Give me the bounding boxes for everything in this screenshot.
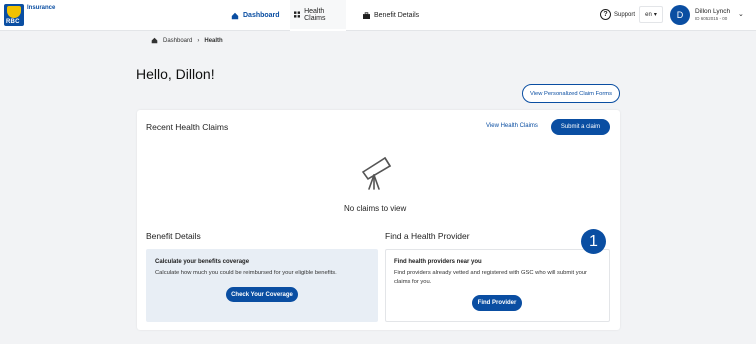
provider-panel-text: Find providers already vetted and regist…	[394, 270, 587, 285]
nav-dashboard-label: Dashboard	[243, 12, 280, 19]
briefcase-icon	[363, 12, 370, 19]
empty-claims-message: No claims to view	[344, 204, 407, 213]
nav-dashboard[interactable]: Dashboard	[231, 0, 280, 31]
nav-benefit-details-label: Benefit Details	[374, 12, 420, 19]
user-id: ID 6052015 - 00	[695, 16, 728, 21]
callout-badge: 1	[581, 229, 606, 254]
support-link[interactable]: ? Support	[600, 9, 635, 20]
nav-health-claims[interactable]: Health Claims	[290, 0, 346, 31]
nav-benefit-details[interactable]: Benefit Details	[363, 0, 419, 31]
user-name[interactable]: Dillon Lynch	[695, 8, 730, 15]
brand-label: Insurance	[27, 5, 56, 11]
telescope-icon	[361, 156, 392, 190]
grid-icon	[294, 11, 301, 18]
language-select[interactable]: en ▾	[639, 6, 663, 23]
shield-icon	[7, 6, 21, 18]
logo-text: RBC	[6, 19, 20, 25]
breadcrumb: Dashboard › Health	[151, 37, 223, 44]
breadcrumb-dashboard[interactable]: Dashboard	[163, 38, 192, 44]
benefit-details-title: Benefit Details	[146, 231, 201, 241]
home-icon	[231, 12, 239, 19]
home-icon	[151, 37, 158, 44]
chevron-right-icon: ›	[197, 37, 200, 44]
view-claim-forms-button[interactable]: View Personalized Claim Forms	[522, 84, 620, 103]
user-menu-chevron-icon[interactable]: ⌄	[738, 10, 744, 18]
support-label: Support	[614, 11, 636, 18]
check-coverage-button[interactable]: Check Your Coverage	[226, 287, 298, 302]
benefit-panel-heading: Calculate your benefits coverage	[155, 259, 250, 265]
recent-claims-title: Recent Health Claims	[146, 122, 229, 132]
view-health-claims-link[interactable]: View Health Claims	[486, 123, 538, 129]
breadcrumb-current: Health	[204, 37, 223, 44]
question-icon: ?	[600, 9, 611, 20]
user-avatar[interactable]: D	[670, 5, 690, 25]
nav-health-claims-label: Health Claims	[304, 7, 326, 22]
find-provider-title: Find a Health Provider	[385, 231, 470, 241]
chevron-down-icon: ▾	[653, 12, 657, 18]
benefit-panel-text: Calculate how much you could be reimburs…	[155, 270, 337, 276]
find-provider-button[interactable]: Find Provider	[472, 295, 522, 311]
rbc-logo[interactable]: RBC	[4, 4, 24, 26]
page-greeting: Hello, Dillon!	[136, 66, 215, 82]
provider-panel-heading: Find health providers near you	[394, 259, 482, 265]
language-value: en	[645, 11, 652, 18]
submit-claim-button[interactable]: Submit a claim	[551, 119, 610, 135]
